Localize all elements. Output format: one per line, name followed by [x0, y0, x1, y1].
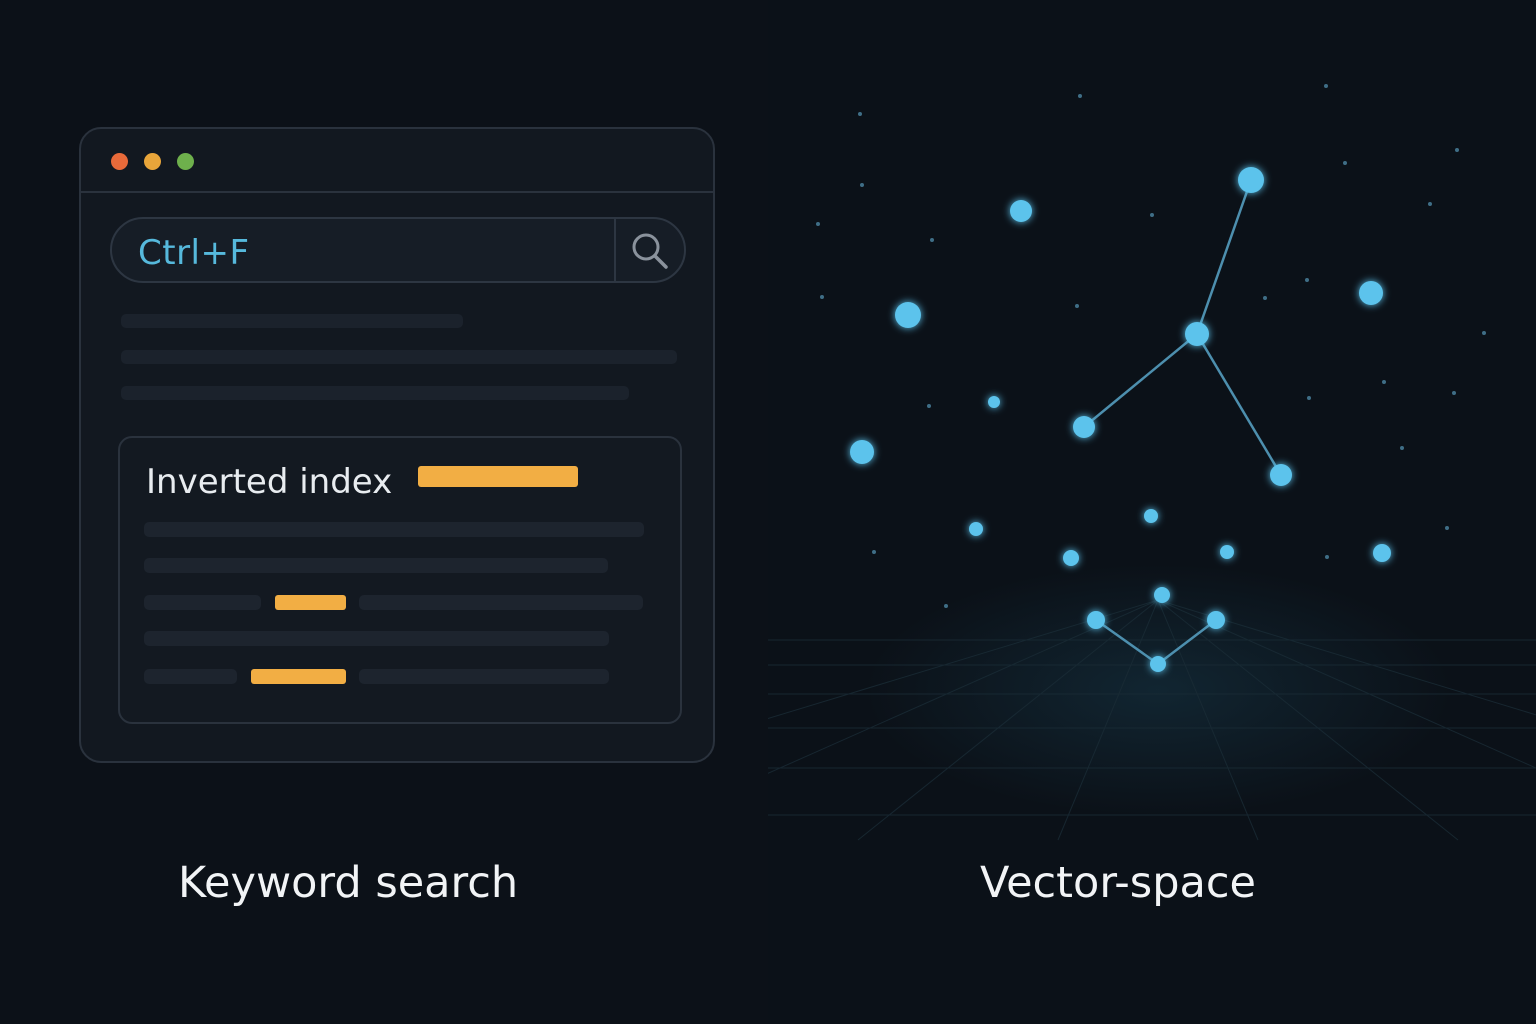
maximize-dot-icon	[177, 153, 194, 170]
browser-window: Ctrl+F Inverted index	[79, 127, 715, 763]
keyword-search-caption: Keyword search	[178, 858, 519, 908]
vector-node	[1087, 611, 1105, 629]
nodes	[850, 167, 1391, 672]
search-button[interactable]	[616, 219, 684, 281]
vector-node	[1010, 200, 1032, 222]
vector-node	[895, 302, 921, 328]
text-line-placeholder	[144, 669, 237, 684]
text-line-placeholder	[144, 558, 608, 573]
vector-node	[850, 440, 874, 464]
text-line-placeholder	[121, 386, 629, 400]
magnifier-icon	[632, 233, 668, 269]
vector-node	[1185, 322, 1209, 346]
keyword-highlight	[275, 595, 346, 610]
close-dot-icon	[111, 153, 128, 170]
keyword-highlight	[251, 669, 346, 684]
text-line-placeholder	[144, 631, 609, 646]
card-title: Inverted index	[146, 462, 393, 502]
edge-line	[1195, 333, 1283, 476]
floor-grid	[768, 599, 1536, 841]
vector-node	[1207, 611, 1225, 629]
minimize-dot-icon	[144, 153, 161, 170]
window-titlebar	[81, 129, 713, 193]
search-bar[interactable]: Ctrl+F	[110, 217, 686, 283]
background-stars	[816, 84, 1486, 608]
edges	[1083, 179, 1283, 666]
vector-node	[969, 522, 983, 536]
keyword-highlight	[418, 466, 578, 487]
text-line-placeholder	[121, 350, 677, 364]
vector-node	[988, 396, 1000, 408]
vector-node	[1220, 545, 1234, 559]
text-line-placeholder	[359, 669, 609, 684]
vector-node	[1238, 167, 1264, 193]
vector-node	[1073, 416, 1095, 438]
text-line-placeholder	[144, 522, 644, 537]
vector-node	[1154, 587, 1170, 603]
vector-node	[1270, 464, 1292, 486]
inverted-index-card: Inverted index	[118, 436, 682, 724]
text-line-placeholder	[144, 595, 261, 610]
vector-node	[1150, 656, 1166, 672]
vector-space-caption: Vector-space	[980, 858, 1256, 908]
vector-node	[1359, 281, 1383, 305]
edge-line	[1083, 333, 1198, 428]
edge-line	[1157, 619, 1217, 665]
edge-line	[1195, 179, 1253, 335]
vector-node	[1373, 544, 1391, 562]
vector-node	[1063, 550, 1079, 566]
text-line-placeholder	[121, 314, 463, 328]
search-query[interactable]: Ctrl+F	[138, 233, 250, 273]
vector-node	[1144, 509, 1158, 523]
text-line-placeholder	[359, 595, 643, 610]
